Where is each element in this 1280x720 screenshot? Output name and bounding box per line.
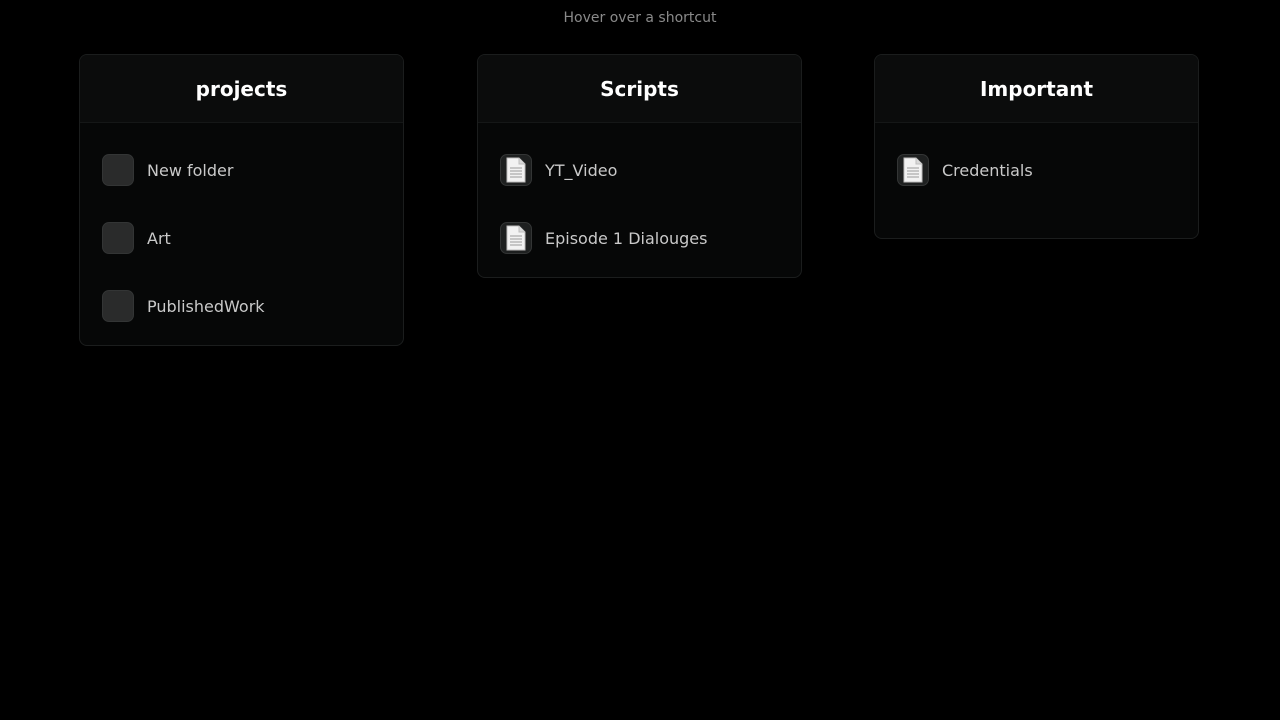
hover-hint: Hover over a shortcut [563, 10, 717, 26]
card-title: Important [979, 76, 1094, 101]
document-icon [897, 154, 929, 186]
shortcut-label: Credentials [942, 160, 1033, 180]
shortcut-item[interactable]: Episode 1 Dialouges [478, 204, 801, 272]
card-body: Credentials [875, 123, 1198, 204]
shortcut-item[interactable]: Art [80, 204, 403, 272]
card-body: New folder Art PublishedWork [80, 123, 403, 340]
shortcut-label: New folder [147, 160, 234, 180]
shortcut-label: Episode 1 Dialouges [545, 228, 708, 248]
card-header: Scripts [478, 55, 801, 123]
shortcut-item[interactable]: YT_Video [478, 136, 801, 204]
shortcut-label: PublishedWork [147, 296, 265, 316]
shortcut-label: Art [147, 228, 171, 248]
card-body: YT_Video Episode 1 Dialouges [478, 123, 801, 272]
card-title: projects [195, 76, 288, 101]
shortcut-item[interactable]: Credentials [875, 136, 1198, 204]
shortcut-group-projects: projects New folder Art PublishedWork [79, 54, 404, 346]
folder-icon [102, 222, 134, 254]
document-icon [500, 154, 532, 186]
folder-icon [102, 290, 134, 322]
card-title: Scripts [600, 76, 679, 101]
shortcut-label: YT_Video [545, 160, 618, 180]
card-header: projects [80, 55, 403, 123]
shortcut-item[interactable]: New folder [80, 136, 403, 204]
shortcuts-page: Hover over a shortcut projects New folde… [0, 0, 1280, 720]
card-header: Important [875, 55, 1198, 123]
shortcut-group-important: Important Credentials [874, 54, 1199, 239]
document-icon [500, 222, 532, 254]
shortcut-group-scripts: Scripts YT_Video Episode 1 Dialouges [477, 54, 802, 278]
shortcut-item[interactable]: PublishedWork [80, 272, 403, 340]
folder-icon [102, 154, 134, 186]
